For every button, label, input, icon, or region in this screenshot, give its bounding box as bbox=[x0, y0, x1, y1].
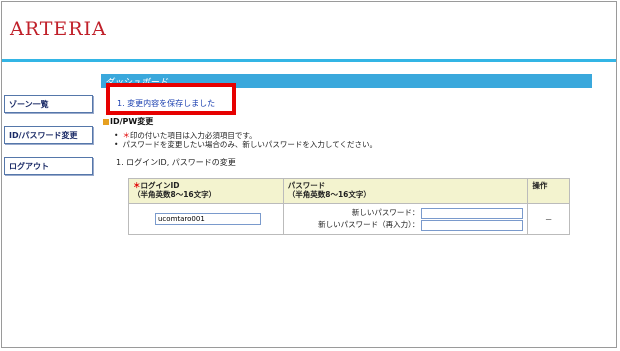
operation-header: 操作 bbox=[527, 178, 570, 204]
id-password-form-table: ＊ログインID （半角英数8～16文字） パスワード （半角英数8～16文字） … bbox=[128, 178, 570, 235]
new-password-row: 新しいパスワード： bbox=[288, 207, 524, 219]
form-header-row: ＊ログインID （半角英数8～16文字） パスワード （半角英数8～16文字） … bbox=[128, 178, 570, 204]
login-id-header-sub: （半角英数8～16文字） bbox=[133, 190, 217, 199]
notes-list: ＊印の付いた項目は入力必須項目です。 パスワードを変更したい場合のみ、新しいパス… bbox=[114, 131, 377, 149]
confirm-password-row: 新しいパスワード（再入力）： bbox=[288, 219, 524, 231]
sidebar-item-logout[interactable]: ログアウト bbox=[4, 157, 93, 175]
password-cell: 新しいパスワード： 新しいパスワード（再入力）： bbox=[282, 203, 529, 235]
step-label: 1. ログインID, パスワードの変更 bbox=[116, 158, 236, 167]
app-frame bbox=[1, 1, 617, 348]
password-header-sub: （半角英数8～16文字） bbox=[287, 190, 371, 199]
new-password-input[interactable] bbox=[421, 207, 524, 219]
login-id-header-label: ログインID bbox=[140, 181, 180, 190]
saved-message: 1. 変更内容を保存しました bbox=[117, 99, 216, 108]
header-divider bbox=[2, 59, 616, 62]
sidebar-item-id-password-change[interactable]: ID/パスワード変更 bbox=[4, 126, 93, 144]
confirm-password-label: 新しいパスワード（再入力）： bbox=[318, 220, 420, 229]
operation-cell: － bbox=[527, 203, 570, 235]
required-asterisk-icon: ＊ bbox=[122, 131, 130, 140]
form-input-row: 新しいパスワード： 新しいパスワード（再入力）： － bbox=[128, 203, 570, 235]
sidebar-item-zone-list[interactable]: ゾーン一覧 bbox=[4, 95, 93, 113]
login-id-cell bbox=[128, 203, 284, 235]
section-title-text: ID/PW変更 bbox=[110, 117, 154, 126]
note-required-text: 印の付いた項目は入力必須項目です。 bbox=[129, 131, 257, 140]
password-header-label: パスワード bbox=[287, 181, 326, 190]
arteria-logo: ARTERIA bbox=[10, 18, 107, 40]
section-marker-icon bbox=[103, 118, 109, 125]
note-password: パスワードを変更したい場合のみ、新しいパスワードを入力してください。 bbox=[114, 140, 377, 149]
note-required: ＊印の付いた項目は入力必須項目です。 bbox=[114, 131, 377, 140]
password-header: パスワード （半角英数8～16文字） bbox=[282, 178, 529, 204]
new-password-label: 新しいパスワード： bbox=[351, 208, 420, 217]
required-asterisk-icon: ＊ bbox=[133, 181, 141, 190]
login-id-input[interactable] bbox=[155, 213, 261, 225]
login-id-header: ＊ログインID （半角英数8～16文字） bbox=[128, 178, 284, 204]
confirm-password-input[interactable] bbox=[421, 219, 524, 231]
section-title: ID/PW変更 bbox=[103, 116, 153, 127]
